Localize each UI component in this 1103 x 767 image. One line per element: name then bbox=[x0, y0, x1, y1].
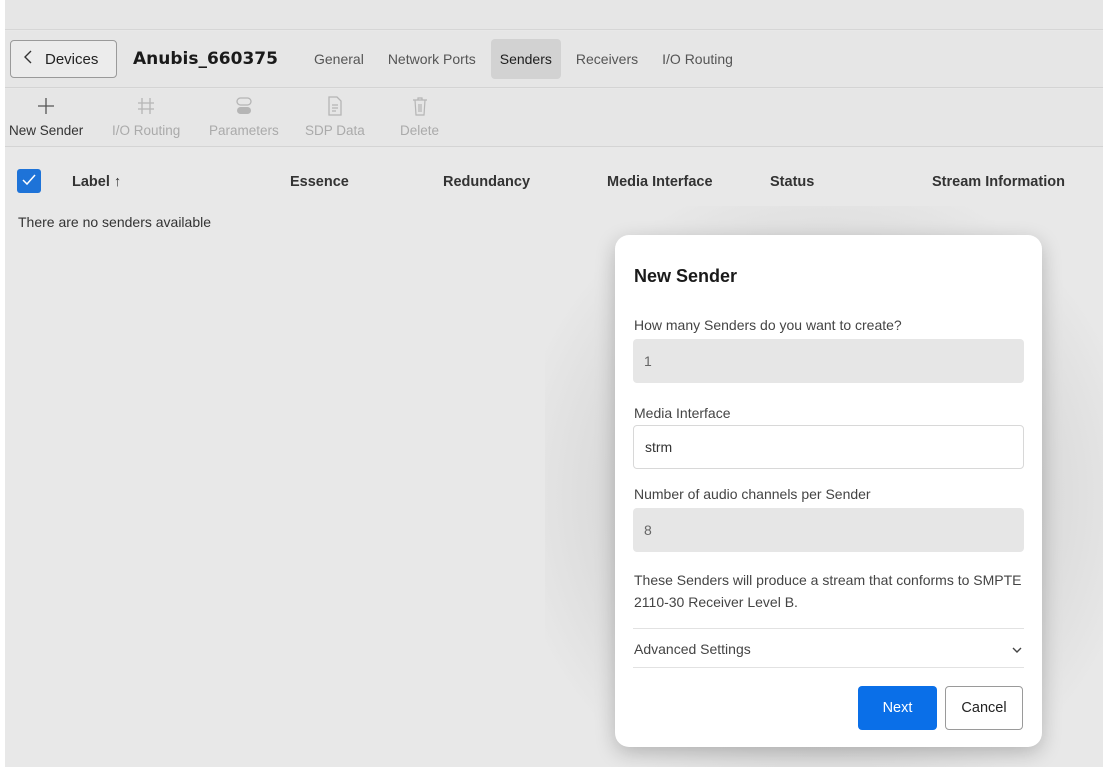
chevron-left-icon bbox=[23, 50, 33, 68]
sender-count-label: How many Senders do you want to create? bbox=[634, 317, 902, 333]
column-status[interactable]: Status bbox=[770, 174, 814, 190]
new-sender-label: New Sender bbox=[9, 123, 84, 138]
audio-channels-field: 8 bbox=[633, 508, 1024, 552]
column-label[interactable]: Label ↑ bbox=[72, 174, 121, 190]
tab-io-routing[interactable]: I/O Routing bbox=[653, 39, 742, 79]
new-sender-dialog: New Sender How many Senders do you want … bbox=[615, 235, 1042, 747]
conformance-note: These Senders will produce a stream that… bbox=[634, 572, 1022, 610]
media-interface-label: Media Interface bbox=[634, 405, 731, 421]
document-icon bbox=[325, 95, 345, 123]
advanced-settings-toggle[interactable]: Advanced Settings bbox=[634, 639, 1022, 659]
trash-icon bbox=[410, 95, 430, 123]
advanced-settings-label: Advanced Settings bbox=[634, 641, 751, 657]
toggle-icon bbox=[234, 95, 254, 123]
plus-icon bbox=[36, 95, 56, 123]
cancel-button[interactable]: Cancel bbox=[945, 686, 1023, 730]
tab-general[interactable]: General bbox=[305, 39, 373, 79]
io-routing-label: I/O Routing bbox=[112, 123, 181, 138]
sender-count-field: 1 bbox=[633, 339, 1024, 383]
io-routing-button[interactable]: I/O Routing bbox=[112, 95, 180, 138]
tab-receivers[interactable]: Receivers bbox=[567, 39, 647, 79]
parameters-button[interactable]: Parameters bbox=[209, 95, 279, 138]
next-button[interactable]: Next bbox=[858, 686, 937, 730]
sdp-data-label: SDP Data bbox=[305, 123, 365, 138]
delete-label: Delete bbox=[400, 123, 440, 138]
device-name: Anubis_660375 bbox=[133, 49, 278, 69]
device-tabs: General Network Ports Senders Receivers … bbox=[305, 39, 748, 79]
chevron-down-icon bbox=[1012, 641, 1022, 657]
column-stream-information[interactable]: Stream Information bbox=[932, 174, 1065, 190]
new-sender-button[interactable]: New Sender bbox=[9, 95, 83, 138]
select-all-checkbox[interactable] bbox=[17, 169, 41, 193]
tab-network-ports[interactable]: Network Ports bbox=[379, 39, 485, 79]
tab-senders[interactable]: Senders bbox=[490, 39, 561, 79]
audio-channels-label: Number of audio channels per Sender bbox=[634, 486, 871, 502]
senders-toolbar: New Sender I/O Routing Parameters SDP Da… bbox=[5, 89, 1103, 147]
back-label: Devices bbox=[45, 50, 99, 68]
media-interface-field[interactable]: strm bbox=[633, 425, 1024, 469]
column-media-interface[interactable]: Media Interface bbox=[607, 174, 713, 190]
checkmark-icon bbox=[22, 173, 36, 189]
advanced-divider-top bbox=[633, 628, 1024, 629]
back-to-devices-button[interactable]: Devices bbox=[10, 40, 117, 78]
top-strip bbox=[5, 0, 1103, 30]
column-redundancy[interactable]: Redundancy bbox=[443, 174, 530, 190]
delete-button[interactable]: Delete bbox=[400, 95, 439, 138]
advanced-divider-bottom bbox=[633, 667, 1024, 668]
column-essence[interactable]: Essence bbox=[290, 174, 349, 190]
dialog-title: New Sender bbox=[634, 266, 738, 286]
device-header: Devices Anubis_660375 General Network Po… bbox=[5, 31, 1103, 88]
empty-table-message: There are no senders available bbox=[18, 214, 212, 230]
sdp-data-button[interactable]: SDP Data bbox=[305, 95, 365, 138]
senders-table-header: Label ↑ Essence Redundancy Media Interfa… bbox=[5, 160, 1103, 202]
routing-grid-icon bbox=[136, 95, 156, 123]
parameters-label: Parameters bbox=[209, 123, 279, 138]
